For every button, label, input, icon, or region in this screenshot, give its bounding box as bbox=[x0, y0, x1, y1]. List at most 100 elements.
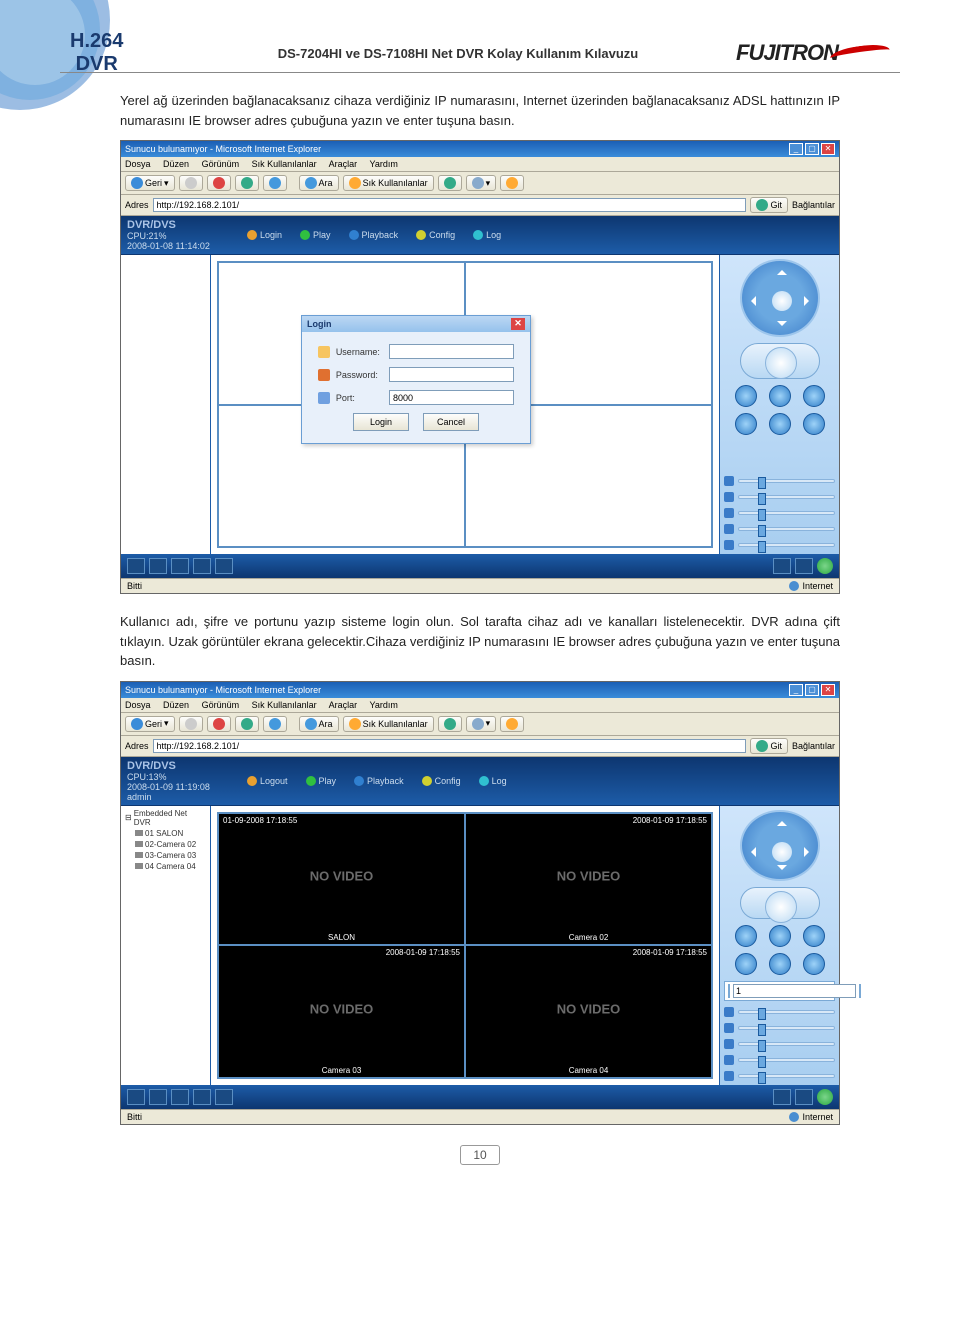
maximize-button[interactable]: ▢ bbox=[805, 684, 819, 696]
iris-knob[interactable] bbox=[803, 925, 825, 947]
jog-wheel[interactable] bbox=[740, 343, 820, 378]
layout-16-button[interactable] bbox=[193, 558, 211, 574]
forward-button[interactable] bbox=[179, 175, 203, 191]
preset-prev-button[interactable] bbox=[728, 984, 730, 998]
layout-4-button[interactable] bbox=[149, 1089, 167, 1105]
grid-cell-4[interactable]: 2008-01-09 17:18:55 NO VIDEO Camera 04 bbox=[465, 945, 712, 1078]
back-button[interactable]: Geri ▾ bbox=[125, 175, 175, 191]
username-input[interactable] bbox=[389, 344, 514, 359]
saturation-slider[interactable] bbox=[724, 540, 835, 550]
tab-log[interactable]: Log bbox=[479, 776, 507, 786]
mail-button[interactable]: ▾ bbox=[466, 716, 497, 732]
jog-wheel[interactable] bbox=[740, 887, 820, 919]
history-button[interactable] bbox=[438, 716, 462, 732]
zoom-knob[interactable] bbox=[735, 925, 757, 947]
tab-config[interactable]: Config bbox=[416, 230, 455, 240]
login-close-button[interactable]: ✕ bbox=[511, 318, 525, 330]
forward-button[interactable] bbox=[179, 716, 203, 732]
menu-edit[interactable]: Düzen bbox=[163, 159, 189, 169]
menu-fav[interactable]: Sık Kullanılanlar bbox=[252, 159, 317, 169]
tree-root[interactable]: ⊟ Embedded Net DVR bbox=[123, 808, 208, 828]
tree-ch2[interactable]: 02-Camera 02 bbox=[123, 839, 208, 850]
knob[interactable] bbox=[735, 953, 757, 975]
volume-slider[interactable] bbox=[724, 476, 835, 486]
print-button[interactable] bbox=[500, 716, 524, 732]
history-button[interactable] bbox=[438, 175, 462, 191]
maximize-button[interactable]: ▢ bbox=[805, 143, 819, 155]
focus-knob[interactable] bbox=[769, 925, 791, 947]
menu-view[interactable]: Görünüm bbox=[202, 700, 240, 710]
layout-1-button[interactable] bbox=[127, 558, 145, 574]
tree-ch1[interactable]: 01 SALON bbox=[123, 828, 208, 839]
menu-file[interactable]: Dosya bbox=[125, 700, 151, 710]
layout-9-button[interactable] bbox=[171, 1089, 189, 1105]
tab-login[interactable]: Login bbox=[247, 230, 282, 240]
stop-button[interactable] bbox=[207, 716, 231, 732]
hue-slider[interactable] bbox=[724, 1055, 835, 1065]
address-input[interactable] bbox=[153, 739, 747, 753]
layout-4-button[interactable] bbox=[149, 558, 167, 574]
tab-play[interactable]: Play bbox=[306, 776, 337, 786]
grid-cell-3[interactable]: 2008-01-09 17:18:55 NO VIDEO Camera 03 bbox=[218, 945, 465, 1078]
tree-ch4[interactable]: 04 Camera 04 bbox=[123, 861, 208, 872]
stop-button[interactable] bbox=[207, 175, 231, 191]
menu-view[interactable]: Görünüm bbox=[202, 159, 240, 169]
focus-knob[interactable] bbox=[769, 385, 791, 407]
address-input[interactable] bbox=[153, 198, 747, 212]
iris-knob[interactable] bbox=[803, 385, 825, 407]
back-button[interactable]: Geri ▾ bbox=[125, 716, 175, 732]
brightness-slider[interactable] bbox=[724, 492, 835, 502]
login-cancel-button[interactable]: Cancel bbox=[423, 413, 479, 431]
ptz-dpad[interactable] bbox=[740, 259, 820, 337]
snapshot-button[interactable] bbox=[773, 558, 791, 574]
layout-25-button[interactable] bbox=[215, 558, 233, 574]
menu-help[interactable]: Yardım bbox=[370, 700, 398, 710]
minimize-button[interactable]: _ bbox=[789, 143, 803, 155]
knob[interactable] bbox=[803, 953, 825, 975]
login-ok-button[interactable]: Login bbox=[353, 413, 409, 431]
tab-config[interactable]: Config bbox=[422, 776, 461, 786]
favs-button[interactable]: Sık Kullanılanlar bbox=[343, 175, 434, 191]
menu-fav[interactable]: Sık Kullanılanlar bbox=[252, 700, 317, 710]
record-button[interactable] bbox=[795, 558, 813, 574]
tab-playback[interactable]: Playback bbox=[349, 230, 399, 240]
refresh-button[interactable] bbox=[235, 716, 259, 732]
layout-1-button[interactable] bbox=[127, 1089, 145, 1105]
menu-edit[interactable]: Düzen bbox=[163, 700, 189, 710]
menu-file[interactable]: Dosya bbox=[125, 159, 151, 169]
tree-ch3[interactable]: 03-Camera 03 bbox=[123, 850, 208, 861]
close-button[interactable]: ✕ bbox=[821, 684, 835, 696]
tab-playback[interactable]: Playback bbox=[354, 776, 404, 786]
refresh-button[interactable] bbox=[235, 175, 259, 191]
layout-9-button[interactable] bbox=[171, 558, 189, 574]
contrast-slider[interactable] bbox=[724, 1039, 835, 1049]
snapshot-button[interactable] bbox=[773, 1089, 791, 1105]
menu-tools[interactable]: Araçlar bbox=[329, 159, 358, 169]
favs-button[interactable]: Sık Kullanılanlar bbox=[343, 716, 434, 732]
links-label[interactable]: Bağlantılar bbox=[792, 741, 835, 751]
port-input[interactable] bbox=[389, 390, 514, 405]
tab-log[interactable]: Log bbox=[473, 230, 501, 240]
knob[interactable] bbox=[735, 413, 757, 435]
go-button[interactable]: Git bbox=[750, 738, 788, 754]
grid-cell-1[interactable]: 01-09-2008 17:18:55 NO VIDEO SALON bbox=[218, 813, 465, 946]
volume-slider[interactable] bbox=[724, 1007, 835, 1017]
grid-cell-2[interactable]: 2008-01-09 17:18:55 NO VIDEO Camera 02 bbox=[465, 813, 712, 946]
close-button[interactable]: ✕ bbox=[821, 143, 835, 155]
menu-tools[interactable]: Araçlar bbox=[329, 700, 358, 710]
home-button[interactable] bbox=[263, 716, 287, 732]
print-button[interactable] bbox=[500, 175, 524, 191]
home-button[interactable] bbox=[263, 175, 287, 191]
contrast-slider[interactable] bbox=[724, 508, 835, 518]
layout-16-button[interactable] bbox=[193, 1089, 211, 1105]
search-button[interactable]: Ara bbox=[299, 716, 339, 732]
links-label[interactable]: Bağlantılar bbox=[792, 200, 835, 210]
preset-next-button[interactable] bbox=[859, 984, 861, 998]
knob[interactable] bbox=[803, 413, 825, 435]
knob[interactable] bbox=[769, 413, 791, 435]
ptz-dpad[interactable] bbox=[740, 810, 820, 881]
tab-play[interactable]: Play bbox=[300, 230, 331, 240]
brightness-slider[interactable] bbox=[724, 1023, 835, 1033]
layout-25-button[interactable] bbox=[215, 1089, 233, 1105]
play-all-button[interactable] bbox=[817, 1089, 833, 1105]
